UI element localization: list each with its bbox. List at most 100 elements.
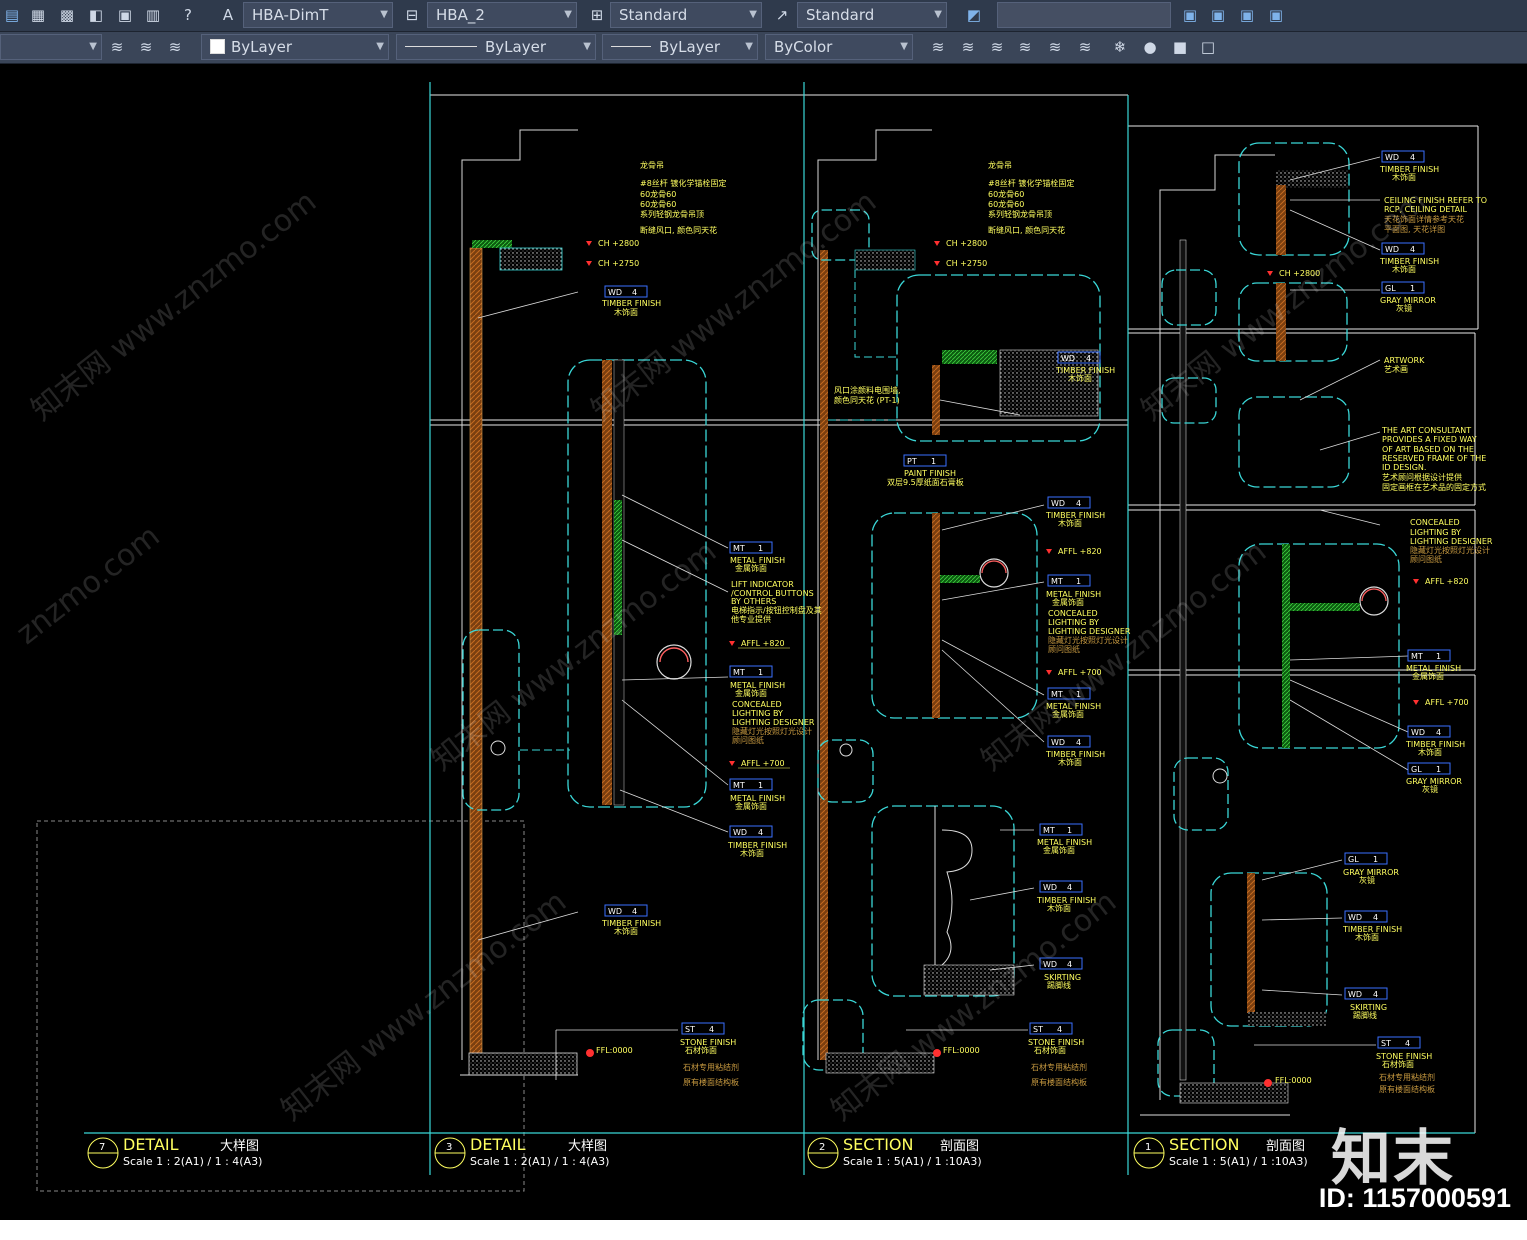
label-cn: 金属饰面 — [735, 563, 767, 573]
snowflake-icon[interactable]: ❄ — [1108, 35, 1132, 59]
tag-gl-v1a: GL 1 GRAY MIRROR灰镜 — [1380, 281, 1436, 313]
layer-match-icon[interactable]: ≋ — [134, 35, 158, 59]
tag-code: ST — [1381, 1039, 1391, 1048]
label-cn: 金属饰面 — [1043, 845, 1075, 855]
multileader-icon[interactable]: ↗ — [770, 3, 794, 27]
level-label: AFFL +700 — [1425, 698, 1469, 707]
tag-num: 4 — [1373, 913, 1378, 922]
level-label: CH +2800 — [946, 239, 987, 248]
layer-state-icon[interactable]: ◩ — [962, 3, 986, 27]
level-label: AFFL +820 — [1058, 547, 1102, 556]
tag-code: WD — [608, 288, 622, 297]
block-editor-icon[interactable]: ▩ — [55, 3, 79, 27]
layer-merge-icon[interactable]: ≋ — [1073, 35, 1097, 59]
properties-icon[interactable]: ▤ — [0, 3, 24, 27]
tag-code: MT — [733, 781, 745, 790]
image-id: ID: 1157000591 — [1318, 1183, 1511, 1213]
view-title-cn: 大样图 — [220, 1139, 259, 1154]
tag-gl-v1c: GL 1 GRAY MIRROR灰镜 — [1343, 852, 1399, 885]
cn-note: 系列轻钢龙骨吊顶 — [988, 209, 1052, 219]
textstyle-dropdown[interactable]: Standard ▼ — [610, 2, 762, 28]
tag-code: WD — [733, 828, 747, 837]
tag-wd-v1e: WD 4 SKIRTING踢脚线 — [1344, 987, 1388, 1020]
tag-num: 4 — [1076, 738, 1081, 747]
view-title-7: 7 DETAIL 大样图 Scale 1 : 2(A1) / 1 : 4(A3) — [87, 1135, 262, 1169]
concealed-cn-2: 顾问图纸 — [1048, 644, 1080, 654]
level-ch2750-v3: CH +2750 — [586, 259, 639, 268]
tag-code: WD — [1051, 738, 1065, 747]
tag-mt-v3a: MT 1 METAL FINISH金属饰面 — [729, 541, 785, 573]
text-style-icon[interactable]: A — [216, 3, 240, 27]
bulb-icon[interactable]: ● — [1138, 35, 1162, 59]
tag-code: MT — [1411, 652, 1423, 661]
view-titles: 7 DETAIL 大样图 Scale 1 : 2(A1) / 1 : 4(A3)… — [87, 1135, 1308, 1169]
mleaderstyle-value: Standard — [806, 6, 875, 24]
label-cn: 木饰面 — [614, 307, 638, 317]
tag-num: 1 — [1076, 577, 1081, 586]
level-affl700-v3: AFFL +700 — [729, 759, 790, 769]
layer-walk-icon[interactable]: ≋ — [1043, 35, 1067, 59]
view-scale: Scale 1 : 2(A1) / 1 : 4(A3) — [470, 1155, 609, 1168]
viewport-new-icon[interactable]: ▣ — [1178, 3, 1202, 27]
tag-st-v1: ST 4 STONE FINISH石材饰面 石材专用粘结剂 原有楼面结构板 — [1376, 1036, 1435, 1094]
layer-dropdown[interactable]: ▼ — [0, 34, 102, 60]
level-affl820-v2: AFFL +820 — [1046, 547, 1102, 556]
viewport-scale-icon[interactable]: ▣ — [1264, 3, 1288, 27]
empty-combo[interactable] — [997, 2, 1171, 28]
color-dropdown[interactable]: ByLayer ▼ — [201, 34, 389, 60]
layer-manager-icon[interactable]: ▦ — [26, 3, 50, 27]
paint-bucket-icon[interactable]: ◧ — [84, 3, 108, 27]
label-cn: 木饰面 — [1355, 932, 1379, 942]
help-icon[interactable]: ? — [176, 3, 200, 27]
tag-code: GL — [1411, 765, 1422, 774]
tablestyle-dropdown[interactable]: HBA_2 ▼ — [427, 2, 577, 28]
tag-num: 1 — [758, 544, 763, 553]
chevron-down-icon: ▼ — [900, 41, 908, 52]
lineweight-dropdown[interactable]: ByLayer ▼ — [602, 34, 758, 60]
linetype-value: ByLayer — [485, 38, 546, 56]
view-title: SECTION — [1169, 1135, 1240, 1154]
label-cn: 金属饰面 — [1412, 671, 1444, 681]
label-cn: 石材饰面 — [1034, 1045, 1066, 1055]
linetype-dropdown[interactable]: ByLayer ▼ — [396, 34, 596, 60]
cn-note: #8丝杆 镀化学锚栓固定 — [988, 178, 1074, 188]
layer-freeze-icon[interactable]: ≋ — [985, 35, 1009, 59]
tag-code: WD — [1348, 990, 1362, 999]
level-ffl-v3: FFL:0000 — [586, 1046, 633, 1057]
layer-isolate-icon[interactable]: ≋ — [163, 35, 187, 59]
lock-icon[interactable]: ■ — [1168, 35, 1192, 59]
artwork: ARTWORK — [1384, 356, 1425, 365]
dimstyle-dropdown[interactable]: HBA-DimT ▼ — [243, 2, 393, 28]
viewport-clip-icon[interactable]: ▣ — [1206, 3, 1230, 27]
layer-previous-icon[interactable]: ≋ — [105, 35, 129, 59]
layer-on-icon[interactable]: ≋ — [956, 35, 980, 59]
unlock-icon[interactable]: □ — [1196, 35, 1220, 59]
tag-num: 4 — [1410, 153, 1415, 162]
label-cn: 金属饰面 — [735, 688, 767, 698]
mleaderstyle-dropdown[interactable]: Standard ▼ — [797, 2, 947, 28]
design-center-icon[interactable]: ▣ — [113, 3, 137, 27]
label-cn: 石材专用粘结剂 — [1031, 1062, 1087, 1072]
tag-wd-v1a: WD 4 TIMBER FINISH木饰面 — [1379, 150, 1439, 182]
table-style-icon[interactable]: ⊟ — [400, 3, 424, 27]
level-label: AFFL +700 — [741, 759, 785, 768]
color-value: ByLayer — [231, 38, 292, 56]
drawing-canvas[interactable]: WD 4 TIMBER FINISH 木饰面 MT 1 METAL FINISH 金属饰… — [0, 64, 1527, 1220]
cn-note: 颜色同天花 (PT-1) — [834, 395, 900, 405]
plotstyle-dropdown[interactable]: ByColor ▼ — [765, 34, 913, 60]
tag-code: MT — [733, 544, 745, 553]
layer-off-icon[interactable]: ≋ — [926, 35, 950, 59]
label-cn: 踢脚线 — [1353, 1010, 1377, 1020]
tag-num: 4 — [1086, 354, 1091, 363]
art-1: THE ART CONSULTANT — [1381, 426, 1471, 435]
tag-code: GL — [1385, 284, 1396, 293]
layer-thaw-icon[interactable]: ≋ — [1013, 35, 1037, 59]
viewport-lock-icon[interactable]: ▣ — [1235, 3, 1259, 27]
level-label: CH +2800 — [598, 239, 639, 248]
level-affl820-v1: AFFL +820 — [1413, 577, 1469, 586]
view-num: 3 — [446, 1142, 452, 1153]
tag-num: 4 — [709, 1025, 714, 1034]
calculator-icon[interactable]: ▥ — [141, 3, 165, 27]
tag-num: 4 — [1067, 883, 1072, 892]
grid-table-icon[interactable]: ⊞ — [585, 3, 609, 27]
